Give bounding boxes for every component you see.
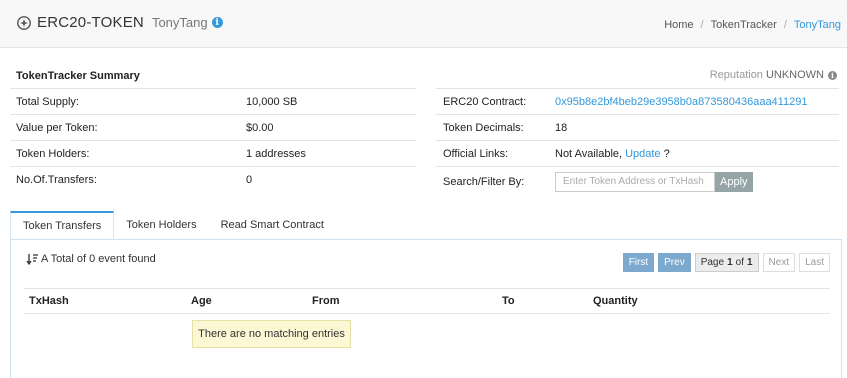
- row-value: 1 addresses: [246, 147, 306, 160]
- token-name: TonyTang: [151, 15, 208, 30]
- info-icon[interactable]: i: [211, 17, 223, 28]
- summary-row-decimals: Token Decimals: 18: [436, 114, 839, 140]
- apply-button[interactable]: Apply: [715, 171, 753, 192]
- row-value: 0: [246, 173, 253, 186]
- token-icon: [17, 15, 31, 30]
- tab-read-smart-contract[interactable]: Read Smart Contract: [209, 211, 336, 239]
- breadcrumb-separator: /: [700, 19, 704, 31]
- row-value: 18: [555, 121, 568, 134]
- token-search-input[interactable]: [555, 171, 715, 192]
- contract-address-link[interactable]: 0x95b8e2bf4beb29e3958b0a873580436aaa4112…: [555, 96, 807, 108]
- tab-token-transfers[interactable]: Token Transfers: [10, 211, 115, 239]
- summary-row-official-links: Official Links: Not Available, Update ?: [436, 140, 839, 166]
- transfers-panel: A Total of 0 event found First Prev Page…: [10, 239, 842, 378]
- row-label: Search/Filter By:: [443, 175, 525, 188]
- page-header: ERC20-TOKEN TonyTang i Home / TokenTrack…: [0, 0, 847, 48]
- summary-left-table: Total Supply: 10,000 SB Value per Token:…: [10, 88, 416, 192]
- summary-row-total-supply: Total Supply: 10,000 SB: [10, 88, 416, 114]
- tab-bar: Token Transfers Token Holders Read Smart…: [10, 211, 336, 239]
- row-label: Token Holders:: [16, 147, 90, 160]
- breadcrumb-separator: /: [783, 19, 787, 31]
- search-group: Apply: [555, 171, 753, 192]
- row-label: No.Of.Transfers:: [16, 173, 97, 186]
- summary-row-value-per-token: Value per Token: $0.00: [10, 114, 416, 140]
- last-page-button[interactable]: Last: [799, 253, 830, 272]
- breadcrumb-current: TonyTang: [793, 19, 841, 31]
- page-word: Page: [700, 257, 725, 268]
- update-link[interactable]: Update: [625, 148, 660, 160]
- row-value: $0.00: [246, 121, 274, 134]
- row-label: Official Links:: [443, 147, 509, 160]
- event-count-text: A Total of 0 event found: [41, 253, 156, 265]
- reputation-info-icon[interactable]: i: [828, 70, 837, 80]
- empty-table-message: There are no matching entries: [192, 320, 351, 348]
- row-value: 10,000 SB: [246, 95, 298, 108]
- reputation-value: UNKNOWN: [765, 69, 824, 81]
- first-page-button[interactable]: First: [622, 253, 655, 272]
- column-header-age: Age: [191, 295, 212, 307]
- row-label: Token Decimals:: [443, 121, 524, 134]
- reputation-label: Reputation: [709, 69, 763, 81]
- page-indicator: Page 1 of 1: [694, 253, 759, 272]
- sort-icon: [26, 253, 38, 265]
- row-label: Total Supply:: [16, 95, 79, 108]
- of-word: of: [735, 257, 744, 268]
- breadcrumb: Home / TokenTracker / TonyTang: [664, 19, 841, 31]
- next-page-button[interactable]: Next: [762, 253, 796, 272]
- column-header-txhash: TxHash: [29, 295, 69, 307]
- summary-title: TokenTracker Summary: [16, 70, 140, 82]
- column-header-from: From: [312, 295, 340, 307]
- page-title: ERC20-TOKEN: [37, 14, 144, 31]
- reputation: Reputation UNKNOWN i: [710, 69, 837, 81]
- summary-row-transfers: No.Of.Transfers: 0: [10, 166, 416, 192]
- transfers-table-header: TxHash Age From To Quantity: [24, 288, 830, 314]
- row-label: ERC20 Contract:: [443, 95, 527, 108]
- summary-right-table: ERC20 Contract: 0x95b8e2bf4beb29e3958b0a…: [436, 88, 839, 196]
- summary-row-search: Search/Filter By: Apply: [436, 166, 839, 196]
- brand: ERC20-TOKEN TonyTang i: [17, 14, 223, 31]
- breadcrumb-home[interactable]: Home: [664, 19, 693, 31]
- row-label: Value per Token:: [16, 121, 98, 134]
- help-mark: ?: [663, 147, 670, 160]
- column-header-to: To: [502, 295, 515, 307]
- event-count: A Total of 0 event found: [26, 253, 156, 265]
- prev-page-button[interactable]: Prev: [658, 253, 691, 272]
- summary-row-contract: ERC20 Contract: 0x95b8e2bf4beb29e3958b0a…: [436, 88, 839, 114]
- tab-token-holders[interactable]: Token Holders: [114, 211, 208, 239]
- current-page: 1: [727, 257, 733, 268]
- pagination: First Prev Page 1 of 1 Next Last: [619, 253, 830, 272]
- breadcrumb-tokentracker[interactable]: TokenTracker: [711, 19, 777, 31]
- row-value: Not Available,: [555, 147, 623, 160]
- column-header-quantity: Quantity: [593, 295, 638, 307]
- summary-row-token-holders: Token Holders: 1 addresses: [10, 140, 416, 166]
- total-pages: 1: [746, 257, 753, 268]
